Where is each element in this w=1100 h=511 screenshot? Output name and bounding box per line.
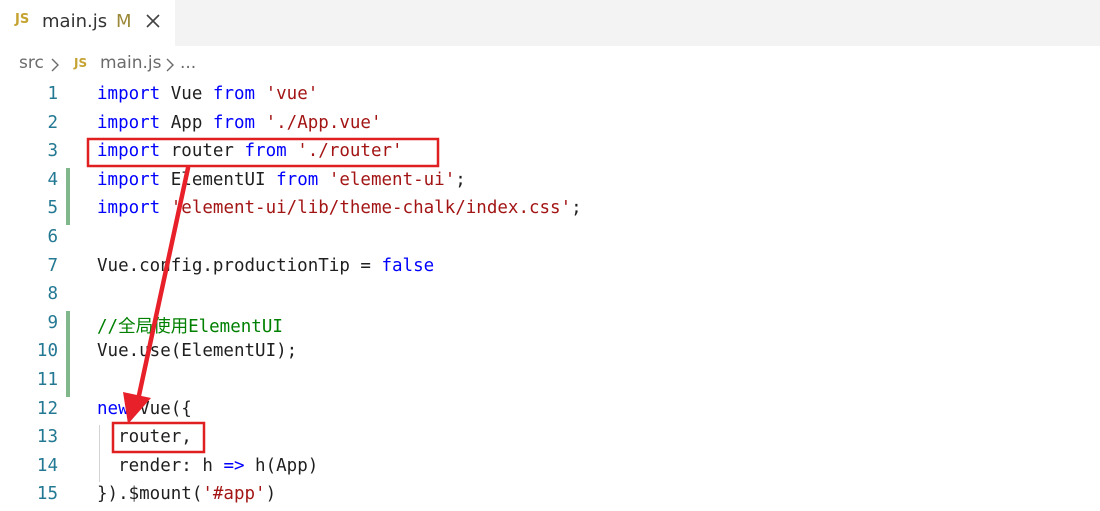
code-token: from (244, 141, 287, 162)
gutter-modified-marker[interactable] (66, 167, 70, 197)
line-number: 10 (36, 341, 58, 362)
code-text: new Vue({ (97, 399, 192, 419)
code-token: import (97, 169, 161, 190)
code-token: router, (97, 427, 192, 448)
code-line[interactable]: 11 (0, 368, 1100, 397)
line-number: 4 (47, 169, 58, 190)
code-token: false (381, 255, 435, 276)
code-token: router (160, 141, 245, 162)
code-text: import ElementUI from 'element-ui'; (97, 170, 466, 190)
code-line[interactable]: 13 router, (0, 425, 1100, 454)
code-token: new (97, 398, 129, 419)
code-token: Vue (160, 84, 213, 104)
code-token: }).$mount( (97, 484, 203, 505)
line-number: 8 (47, 284, 58, 305)
breadcrumb-file[interactable]: main.js (100, 53, 161, 73)
code-line[interactable]: 4 import ElementUI from 'element-ui'; (0, 167, 1100, 197)
code-token: 'vue' (265, 84, 319, 104)
line-number: 15 (36, 484, 58, 505)
code-line[interactable]: 10 Vue.use(ElementUI); (0, 339, 1100, 368)
tab-modified-status: M (116, 11, 132, 32)
code-text: import 'element-ui/lib/theme-chalk/index… (97, 198, 582, 218)
code-token: from (276, 169, 319, 190)
code-line[interactable]: 12 new Vue({ (0, 397, 1100, 426)
code-token: App (160, 112, 213, 133)
code-text: Vue.use(ElementUI); (97, 341, 297, 361)
tab-main-js[interactable]: JS main.js M (0, 0, 175, 46)
line-number: 7 (47, 255, 58, 276)
gutter-modified-marker[interactable] (66, 368, 70, 397)
code-token: Vue.config.productionTip = (97, 255, 382, 276)
line-number: 1 (47, 84, 58, 104)
line-number: 2 (47, 112, 58, 133)
chevron-right-icon (166, 58, 174, 72)
line-number: 14 (36, 455, 58, 476)
code-line[interactable]: 14 render: h => h(App) (0, 454, 1100, 483)
line-number: 12 (36, 398, 58, 419)
code-token: Vue({ (128, 398, 192, 419)
tab-bar: JS main.js M (0, 0, 1100, 46)
code-text: import App from './App.vue' (97, 113, 382, 133)
code-line[interactable]: 9 //全局使用ElementUI (0, 310, 1100, 340)
code-editor[interactable]: 1 import Vue from 'vue' 2 import App from '… (0, 82, 1100, 504)
line-number: 9 (47, 312, 58, 333)
code-token: from (212, 112, 256, 133)
line-number: 6 (47, 227, 58, 247)
code-line[interactable]: 8 (0, 282, 1100, 311)
code-text: import Vue from 'vue' (97, 84, 318, 104)
code-token: './App.vue' (265, 112, 382, 133)
code-token: import (97, 198, 161, 219)
gutter-modified-marker[interactable] (66, 196, 70, 225)
line-number: 3 (47, 141, 58, 162)
code-line[interactable]: 3 import router from './router' (0, 139, 1100, 168)
code-token: ; (571, 198, 582, 219)
close-icon[interactable] (144, 10, 162, 32)
code-line[interactable]: 5 import 'element-ui/lib/theme-chalk/inde… (0, 196, 1100, 225)
breadcrumb-more[interactable]: ... (180, 53, 196, 73)
code-text: import router from './router' (97, 141, 403, 161)
code-token: ; (455, 169, 466, 190)
code-text: Vue.config.productionTip = false (97, 256, 434, 276)
code-line[interactable]: 2 import App from './App.vue' (0, 111, 1100, 140)
code-text: router, (97, 427, 192, 447)
code-token: Vue.use(ElementUI); (97, 341, 298, 362)
code-token: 'element-ui/lib/theme-chalk/index.css' (170, 198, 572, 219)
line-number: 11 (36, 370, 58, 390)
code-token: render: h (97, 455, 224, 476)
tab-filename: main.js (42, 11, 108, 32)
chevron-right-icon (51, 58, 59, 72)
js-file-icon: JS (15, 12, 30, 27)
js-file-icon: JS (74, 56, 88, 70)
line-number: 13 (36, 427, 58, 448)
code-token: //全局使用ElementUI (97, 316, 283, 337)
code-line[interactable]: 7 Vue.config.productionTip = false (0, 254, 1100, 283)
code-token: ) (265, 484, 277, 505)
code-token: '#app' (202, 484, 266, 505)
code-token: import (97, 112, 161, 133)
code-text: }).$mount('#app') (97, 484, 276, 504)
breadcrumb: src JS main.js ... (0, 46, 1100, 82)
code-line[interactable]: 1 import Vue from 'vue' (0, 82, 1100, 111)
code-token: => (223, 455, 245, 476)
code-line[interactable]: 15 }).$mount('#app') (0, 482, 1100, 511)
code-token: import (97, 141, 161, 162)
code-token: ElementUI (160, 169, 277, 190)
breadcrumb-folder[interactable]: src (19, 53, 44, 73)
code-token: import (97, 84, 161, 104)
gutter-modified-marker[interactable] (66, 310, 70, 340)
code-token: from (212, 84, 256, 104)
code-text: render: h => h(App) (97, 456, 318, 476)
line-number: 5 (47, 198, 58, 219)
code-line[interactable]: 6 (0, 225, 1100, 254)
code-text: //全局使用ElementUI (97, 313, 283, 338)
code-token: h(App) (244, 455, 319, 476)
code-token: './router' (297, 141, 403, 162)
code-token: 'element-ui' (328, 169, 456, 190)
gutter-modified-marker[interactable] (66, 339, 70, 368)
